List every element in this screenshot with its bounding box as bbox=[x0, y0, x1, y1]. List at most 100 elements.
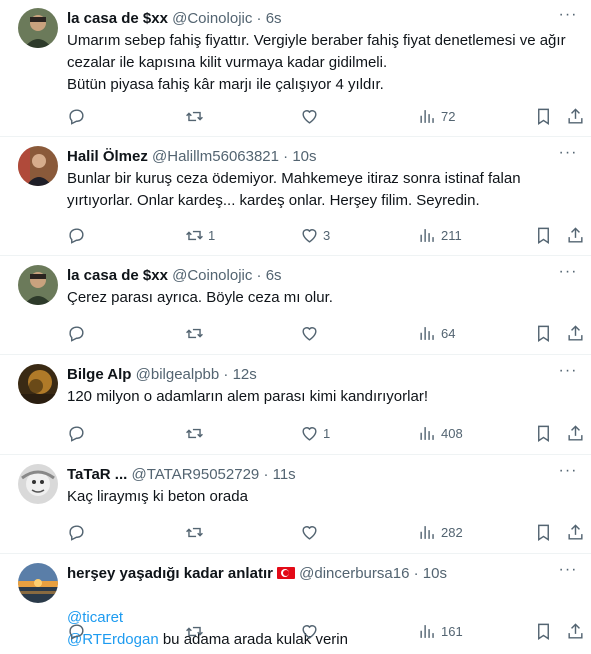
like-count: 3 bbox=[323, 227, 331, 243]
retweet-icon bbox=[186, 527, 203, 537]
avatar[interactable] bbox=[18, 146, 58, 186]
more-icon[interactable]: ··· bbox=[557, 463, 579, 483]
reply-button[interactable] bbox=[67, 104, 90, 128]
timestamp[interactable]: 10s bbox=[292, 148, 316, 165]
like-button[interactable]: 3 bbox=[300, 223, 330, 247]
bookmark-icon bbox=[538, 108, 549, 125]
reply-button[interactable] bbox=[67, 223, 90, 247]
more-icon[interactable]: ··· bbox=[557, 7, 579, 27]
retweet-button[interactable] bbox=[185, 104, 208, 128]
reply-icon bbox=[69, 325, 84, 342]
display-name[interactable]: TaTaR ... bbox=[67, 466, 127, 483]
views-button[interactable]: 211 bbox=[418, 223, 462, 247]
tweet[interactable]: Halil Ölmez @Halillm56063821 · 10s ··· B… bbox=[0, 138, 591, 256]
views-icon bbox=[420, 326, 434, 340]
avatar[interactable] bbox=[18, 265, 58, 305]
like-button[interactable] bbox=[300, 321, 323, 345]
views-button[interactable]: 282 bbox=[418, 520, 463, 544]
display-name[interactable]: Halil Ölmez bbox=[67, 148, 148, 165]
like-button[interactable] bbox=[300, 520, 323, 544]
tweet[interactable]: Bilge Alp @bilgealpbb · 12s ··· 120 mily… bbox=[0, 356, 591, 455]
reply-button[interactable] bbox=[67, 321, 90, 345]
bookmark-button[interactable] bbox=[534, 321, 553, 345]
separator-dot: · bbox=[283, 148, 289, 165]
like-count: 1 bbox=[323, 425, 331, 441]
timestamp[interactable]: 6s bbox=[266, 10, 282, 27]
bookmark-icon bbox=[538, 524, 549, 541]
avatar[interactable] bbox=[18, 563, 58, 603]
like-icon bbox=[302, 109, 317, 124]
display-name[interactable]: herşey yaşadığı kadar anlatır bbox=[67, 565, 273, 582]
retweet-button[interactable] bbox=[185, 520, 208, 544]
views-button[interactable]: 72 bbox=[418, 104, 455, 128]
share-button[interactable] bbox=[566, 104, 585, 128]
timestamp[interactable]: 6s bbox=[266, 267, 282, 284]
bookmark-button[interactable] bbox=[534, 421, 553, 445]
retweet-button[interactable] bbox=[185, 619, 208, 643]
like-button[interactable]: 1 bbox=[300, 421, 330, 445]
retweet-button[interactable] bbox=[185, 321, 208, 345]
tweet[interactable]: la casa de $xx @Coinolojic · 6s ··· Umar… bbox=[0, 0, 591, 137]
share-button[interactable] bbox=[566, 223, 585, 247]
tweet[interactable]: herşey yaşadığı kadar anlatır @dincerbur… bbox=[0, 555, 591, 654]
user-handle[interactable]: @bilgealpbb bbox=[136, 366, 220, 383]
views-icon bbox=[420, 525, 434, 539]
bookmark-button[interactable] bbox=[534, 104, 553, 128]
bookmark-button[interactable] bbox=[534, 520, 553, 544]
share-button[interactable] bbox=[566, 619, 585, 643]
like-icon bbox=[302, 228, 317, 243]
display-name[interactable]: la casa de $xx bbox=[67, 10, 168, 27]
bookmark-button[interactable] bbox=[534, 619, 553, 643]
tweet-header: herşey yaşadığı kadar anlatır @dincerbur… bbox=[67, 564, 551, 584]
avatar[interactable] bbox=[18, 364, 58, 404]
user-handle[interactable]: @Halillm56063821 bbox=[152, 148, 279, 165]
avatar[interactable] bbox=[18, 464, 58, 504]
more-icon[interactable]: ··· bbox=[557, 562, 579, 582]
share-icon bbox=[568, 424, 583, 441]
tweet-text: 120 milyon o adamların alem parası kimi … bbox=[67, 388, 428, 405]
avatar[interactable] bbox=[18, 8, 58, 48]
user-handle[interactable]: @TATAR95052729 bbox=[131, 466, 259, 483]
display-name[interactable]: Bilge Alp bbox=[67, 366, 131, 383]
more-icon[interactable]: ··· bbox=[557, 264, 579, 284]
like-button[interactable] bbox=[300, 619, 323, 643]
more-icon[interactable]: ··· bbox=[557, 363, 579, 383]
tweet-text: Umarım sebep fahiş fiyattır. Vergiyle be… bbox=[67, 32, 566, 93]
tweet[interactable]: la casa de $xx @Coinolojic · 6s ··· Çere… bbox=[0, 257, 591, 355]
reply-feed: la casa de $xx @Coinolojic · 6s ··· Umar… bbox=[0, 0, 591, 654]
share-button[interactable] bbox=[566, 421, 585, 445]
views-button[interactable]: 161 bbox=[418, 619, 463, 643]
tweet[interactable]: TaTaR ... @TATAR95052729 · 11s ··· Kaç l… bbox=[0, 456, 591, 554]
retweet-icon bbox=[186, 626, 203, 636]
display-name[interactable]: la casa de $xx bbox=[67, 267, 168, 284]
bookmark-button[interactable] bbox=[534, 223, 553, 247]
share-icon bbox=[568, 622, 583, 639]
user-handle[interactable]: @Coinolojic bbox=[172, 10, 252, 27]
reply-icon bbox=[69, 623, 84, 640]
timestamp[interactable]: 10s bbox=[423, 565, 447, 582]
views-button[interactable]: 64 bbox=[418, 321, 455, 345]
reply-button[interactable] bbox=[67, 619, 90, 643]
separator-dot: · bbox=[263, 466, 269, 483]
like-button[interactable] bbox=[300, 104, 323, 128]
share-icon bbox=[568, 324, 583, 341]
views-button[interactable]: 408 bbox=[418, 421, 463, 445]
reply-button[interactable] bbox=[67, 421, 90, 445]
retweet-icon bbox=[186, 230, 203, 240]
view-count: 64 bbox=[441, 325, 456, 341]
separator-dot: · bbox=[256, 267, 262, 284]
retweet-button[interactable] bbox=[185, 421, 208, 445]
timestamp[interactable]: 12s bbox=[233, 366, 257, 383]
more-icon[interactable]: ··· bbox=[557, 145, 579, 165]
reply-button[interactable] bbox=[67, 520, 90, 544]
user-handle[interactable]: @Coinolojic bbox=[172, 267, 252, 284]
timestamp[interactable]: 11s bbox=[273, 466, 296, 483]
retweet-button[interactable]: 1 bbox=[185, 223, 215, 247]
bookmark-icon bbox=[538, 425, 549, 442]
user-handle[interactable]: @dincerbursa16 bbox=[299, 565, 409, 582]
action-bar: 72 bbox=[58, 104, 591, 128]
share-button[interactable] bbox=[566, 520, 585, 544]
share-button[interactable] bbox=[566, 321, 585, 345]
reply-icon bbox=[69, 425, 84, 442]
reply-icon bbox=[69, 108, 84, 125]
